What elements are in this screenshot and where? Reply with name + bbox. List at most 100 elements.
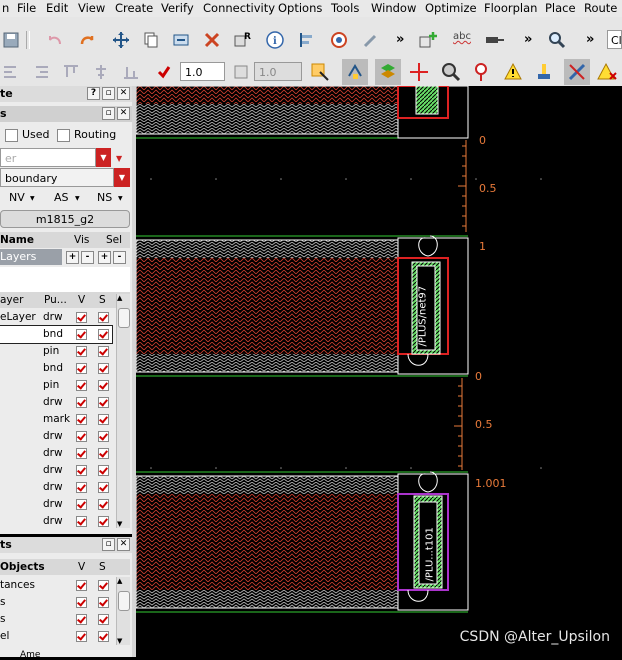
object-visible-checkbox[interactable] xyxy=(76,631,87,642)
layer-row[interactable]: eLayer drw xyxy=(0,309,112,326)
menu-place[interactable]: Place xyxy=(545,1,576,15)
warning-icon[interactable] xyxy=(502,61,524,83)
layer-row[interactable]: bnd xyxy=(0,325,113,344)
move-icon[interactable] xyxy=(110,29,132,51)
selectable-checkbox[interactable] xyxy=(98,448,109,459)
search-field[interactable]: Cl xyxy=(607,30,622,49)
menu-optimize[interactable]: Optimize xyxy=(425,1,477,15)
ns-arrow-icon[interactable]: ▼ xyxy=(118,195,123,202)
objects-scroll-thumb[interactable] xyxy=(118,591,130,611)
scroll-thumb[interactable] xyxy=(118,308,130,328)
object-row[interactable]: tances xyxy=(0,577,112,594)
layer-row[interactable]: drw xyxy=(0,513,112,530)
object-visible-checkbox[interactable] xyxy=(76,614,87,625)
menu-create[interactable]: Create xyxy=(115,1,153,15)
object-selectable-checkbox[interactable] xyxy=(98,580,109,591)
sel-none-button[interactable]: - xyxy=(113,251,126,264)
marker-pin-icon[interactable] xyxy=(470,61,492,83)
probe-icon[interactable] xyxy=(440,61,462,83)
menu-floorplan[interactable]: Floorplan xyxy=(484,1,537,15)
delete-icon[interactable] xyxy=(201,29,223,51)
layer-row[interactable]: drw xyxy=(0,428,112,445)
filter-menu-icon[interactable]: ▼ xyxy=(116,154,122,163)
close-button-2[interactable]: ✕ xyxy=(117,107,130,120)
as-button[interactable]: AS xyxy=(54,191,69,204)
help-button[interactable]: ? xyxy=(87,87,100,100)
selectable-checkbox[interactable] xyxy=(98,431,109,442)
spacing-value-input-2[interactable]: 1.0 xyxy=(254,62,302,81)
filter-dropdown-icon[interactable]: ▼ xyxy=(96,148,111,167)
ruler-icon[interactable] xyxy=(564,59,590,85)
selectable-checkbox[interactable] xyxy=(98,380,109,391)
save-icon[interactable] xyxy=(0,29,22,51)
visible-checkbox[interactable] xyxy=(76,380,87,391)
layer-row[interactable]: bnd xyxy=(0,360,112,377)
layers-row[interactable]: Layers xyxy=(0,249,62,265)
objects-scroll-down-icon[interactable]: ▼ xyxy=(117,637,122,645)
selectable-checkbox[interactable] xyxy=(98,499,109,510)
objects-scrollbar[interactable]: ▲ ▼ xyxy=(116,577,130,645)
selectable-checkbox[interactable] xyxy=(98,329,109,340)
layer-list-scrollbar[interactable]: ▲ ▼ xyxy=(116,294,130,528)
float-button[interactable]: ▫ xyxy=(102,87,115,100)
zoom-search-icon[interactable] xyxy=(546,29,568,51)
align-icon[interactable] xyxy=(296,29,318,51)
spacing-check-icon[interactable] xyxy=(153,61,175,83)
menu-window[interactable]: Window xyxy=(371,1,416,15)
visible-checkbox[interactable] xyxy=(76,397,87,408)
layer-row[interactable]: mark xyxy=(0,411,112,428)
visible-checkbox[interactable] xyxy=(76,414,87,425)
selectable-checkbox[interactable] xyxy=(98,397,109,408)
object-selectable-checkbox[interactable] xyxy=(98,597,109,608)
menu-verify[interactable]: Verify xyxy=(161,1,194,15)
visible-checkbox[interactable] xyxy=(76,346,87,357)
menu-route[interactable]: Route xyxy=(584,1,617,15)
layer-row[interactable]: drw xyxy=(0,462,112,479)
selectable-checkbox[interactable] xyxy=(98,312,109,323)
menu-tools[interactable]: Tools xyxy=(331,1,359,15)
menu-view[interactable]: View xyxy=(78,1,105,15)
vis-all-button[interactable]: + xyxy=(66,251,79,264)
stack-icon[interactable] xyxy=(375,59,401,85)
used-checkbox[interactable] xyxy=(5,129,18,142)
routing-checkbox[interactable] xyxy=(57,129,70,142)
layer-row[interactable]: drw xyxy=(0,394,112,411)
visible-checkbox[interactable] xyxy=(76,363,87,374)
menu-options[interactable]: Options xyxy=(278,1,322,15)
layer-filter-input[interactable]: er xyxy=(0,148,96,167)
visible-checkbox[interactable] xyxy=(76,431,87,442)
visible-checkbox[interactable] xyxy=(76,482,87,493)
redo-icon[interactable] xyxy=(76,29,98,51)
as-arrow-icon[interactable]: ▼ xyxy=(75,195,80,202)
properties-icon[interactable]: R xyxy=(232,29,254,51)
selectable-checkbox[interactable] xyxy=(98,363,109,374)
device-1[interactable] xyxy=(136,86,469,139)
menu-partial[interactable]: n xyxy=(2,1,9,15)
layer-row[interactable]: drw xyxy=(0,445,112,462)
info-icon[interactable]: i xyxy=(264,29,286,51)
selectable-checkbox[interactable] xyxy=(98,465,109,476)
selectable-checkbox[interactable] xyxy=(98,482,109,493)
select-area-icon[interactable] xyxy=(309,61,331,83)
ns-button[interactable]: NS xyxy=(97,191,112,204)
align-right-icon[interactable] xyxy=(30,61,52,83)
visible-checkbox[interactable] xyxy=(76,448,87,459)
align-left-icon[interactable] xyxy=(0,61,22,83)
object-visible-checkbox[interactable] xyxy=(76,597,87,608)
visible-checkbox[interactable] xyxy=(76,499,87,510)
layer-row[interactable]: drw xyxy=(0,496,112,513)
selectable-checkbox[interactable] xyxy=(98,346,109,357)
visible-checkbox[interactable] xyxy=(76,329,87,340)
close-button[interactable]: ✕ xyxy=(117,87,130,100)
boundary-select[interactable]: boundary xyxy=(0,168,114,187)
selectable-checkbox[interactable] xyxy=(98,516,109,527)
error-marker-icon[interactable] xyxy=(596,61,618,83)
objects-scroll-up-icon[interactable]: ▲ xyxy=(117,577,122,585)
vis-none-button[interactable]: - xyxy=(81,251,94,264)
menu-file[interactable]: File xyxy=(17,1,36,15)
edit-in-place-icon[interactable] xyxy=(360,29,382,51)
undo-icon[interactable] xyxy=(44,29,66,51)
hierarchy-icon[interactable] xyxy=(328,29,350,51)
spacing-value-input[interactable]: 1.0 xyxy=(180,62,225,81)
layer-row[interactable]: pin xyxy=(0,377,112,394)
